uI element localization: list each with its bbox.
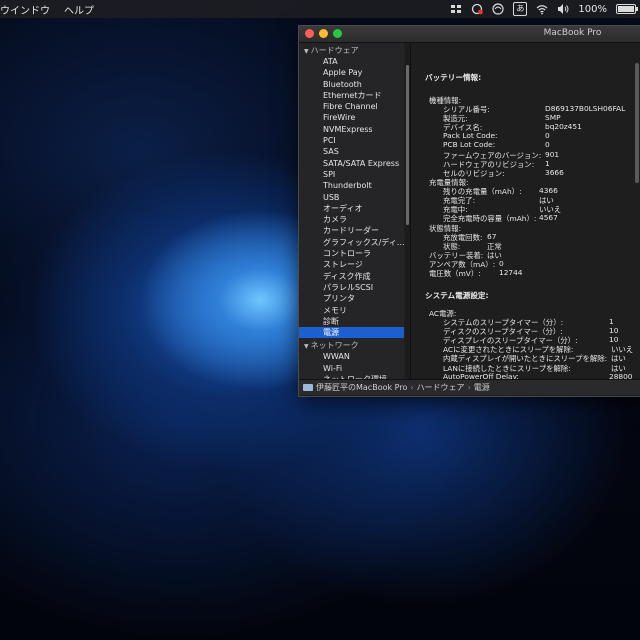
sidebar-item[interactable]: NVMExpress	[299, 124, 404, 135]
window-title: MacBook Pro	[543, 28, 602, 38]
sidebar-item[interactable]: 電源	[299, 327, 404, 339]
sidebar-item[interactable]: PCI	[299, 135, 404, 146]
sidebar-item[interactable]: SPI	[299, 169, 404, 180]
menu-help[interactable]: ヘルプ	[64, 2, 94, 17]
detail-value: 0	[545, 140, 550, 150]
detail-value: 3666	[545, 167, 564, 177]
sidebar-item[interactable]: メモリ	[299, 305, 404, 316]
menu-bar: ウインドウ ヘルプ あ 100%	[0, 0, 640, 18]
sidebar-item[interactable]: Ethernetカード	[299, 90, 404, 101]
detail-value: 4567	[539, 213, 558, 223]
siri-icon[interactable]	[492, 3, 505, 15]
detail-value: 10	[609, 326, 619, 336]
detail-value: 28800	[609, 371, 633, 379]
sidebar-item[interactable]: Bluetooth	[299, 79, 404, 90]
path-segment[interactable]: ハードウェア	[417, 382, 465, 393]
detail-value: SMP	[545, 113, 561, 123]
detail-value: 901	[545, 149, 560, 159]
sidebar-item[interactable]: ATA	[299, 56, 404, 67]
detail-value: 67	[487, 232, 497, 241]
detail-value: 0	[499, 259, 504, 269]
sidebar-group-hardware[interactable]: ハードウェア	[299, 43, 404, 56]
power-settings-heading: システム電源設定:	[425, 291, 489, 300]
sidebar-item[interactable]: SATA/SATA Express	[299, 158, 404, 169]
path-segment[interactable]: 電源	[474, 382, 490, 393]
notification-app-icon[interactable]	[471, 3, 484, 15]
detail-label: AutoPowerOff Delay:	[443, 371, 519, 379]
path-separator-icon: ›	[467, 383, 471, 392]
sidebar-item[interactable]: WWAN	[299, 351, 404, 362]
detail-value: 12744	[499, 268, 523, 278]
menu-window[interactable]: ウインドウ	[0, 2, 50, 17]
sidebar-item[interactable]: カメラ	[299, 214, 404, 225]
path-separator-icon: ›	[410, 383, 414, 392]
sidebar: ハードウェアATAApple PayBluetoothEthernetカードFi…	[299, 43, 404, 379]
sidebar-item[interactable]: カードリーダー	[299, 225, 404, 236]
battery-icon[interactable]	[616, 4, 638, 14]
sidebar-item[interactable]: FireWire	[299, 112, 404, 123]
detail-label: Pack Lot Code:	[443, 131, 498, 141]
sidebar-group-network[interactable]: ネットワーク	[299, 338, 404, 351]
sidebar-item[interactable]: プリンタ	[299, 293, 404, 304]
detail-label: 電圧数（mV）:	[429, 269, 481, 279]
status-area: あ 100%	[450, 2, 640, 16]
sidebar-item[interactable]: Thunderbolt	[299, 180, 404, 191]
path-bar: 伊藤匠平のMacBook Pro › ハードウェア › 電源	[299, 379, 640, 395]
title-bar[interactable]: MacBook Pro	[299, 26, 640, 43]
sidebar-item[interactable]: ストレージ	[299, 259, 404, 270]
sidebar-item[interactable]: グラフィックス/ディ…	[299, 237, 404, 248]
sidebar-item[interactable]: Apple Pay	[299, 67, 404, 78]
detail-value: D869137B0LSH06FAL	[545, 104, 626, 113]
detail-pane: バッテリー情報: 機種情報: シリアル番号: D869137B0LSH06FAL 製造元…	[413, 43, 639, 379]
app-status-icon[interactable]	[450, 3, 462, 15]
sidebar-scroll-thumb[interactable]	[406, 65, 409, 225]
detail-value: 0	[545, 131, 550, 141]
sidebar-item[interactable]: SAS	[299, 146, 404, 157]
path-segment[interactable]: 伊藤匠平のMacBook Pro	[316, 382, 407, 393]
sidebar-item[interactable]: オーディオ	[299, 203, 404, 214]
computer-icon	[303, 384, 313, 391]
battery-fill	[618, 6, 634, 12]
sidebar-item[interactable]: コントローラ	[299, 248, 404, 259]
detail-value: 10	[609, 335, 619, 345]
volume-icon[interactable]	[557, 3, 569, 15]
detail-value: 1	[609, 317, 614, 326]
sidebar-item[interactable]: USB	[299, 192, 404, 203]
detail-value: bq20z451	[545, 122, 582, 132]
detail-value: 4366	[539, 186, 558, 195]
sidebar-item[interactable]: Wi-Fi	[299, 363, 404, 374]
wifi-icon[interactable]	[536, 3, 548, 15]
detail-scroll-thumb[interactable]	[635, 63, 639, 183]
sidebar-item[interactable]: ディスク作成	[299, 271, 404, 282]
system-information-window: MacBook Pro ハードウェアATAApple PayBluetoothE…	[298, 25, 640, 397]
sidebar-item[interactable]: 診断	[299, 316, 404, 327]
battery-info-heading: バッテリー情報:	[425, 73, 482, 82]
sidebar-item[interactable]: Fibre Channel	[299, 101, 404, 112]
detail-label: PCB Lot Code:	[443, 140, 496, 150]
sidebar-item[interactable]: パラレルSCSI	[299, 282, 404, 293]
detail-value: 1	[545, 158, 550, 168]
input-method-icon[interactable]: あ	[513, 2, 528, 16]
battery-percent[interactable]: 100%	[578, 4, 607, 15]
pane-divider[interactable]	[410, 43, 411, 379]
menu-list: ウインドウ ヘルプ	[0, 2, 94, 17]
